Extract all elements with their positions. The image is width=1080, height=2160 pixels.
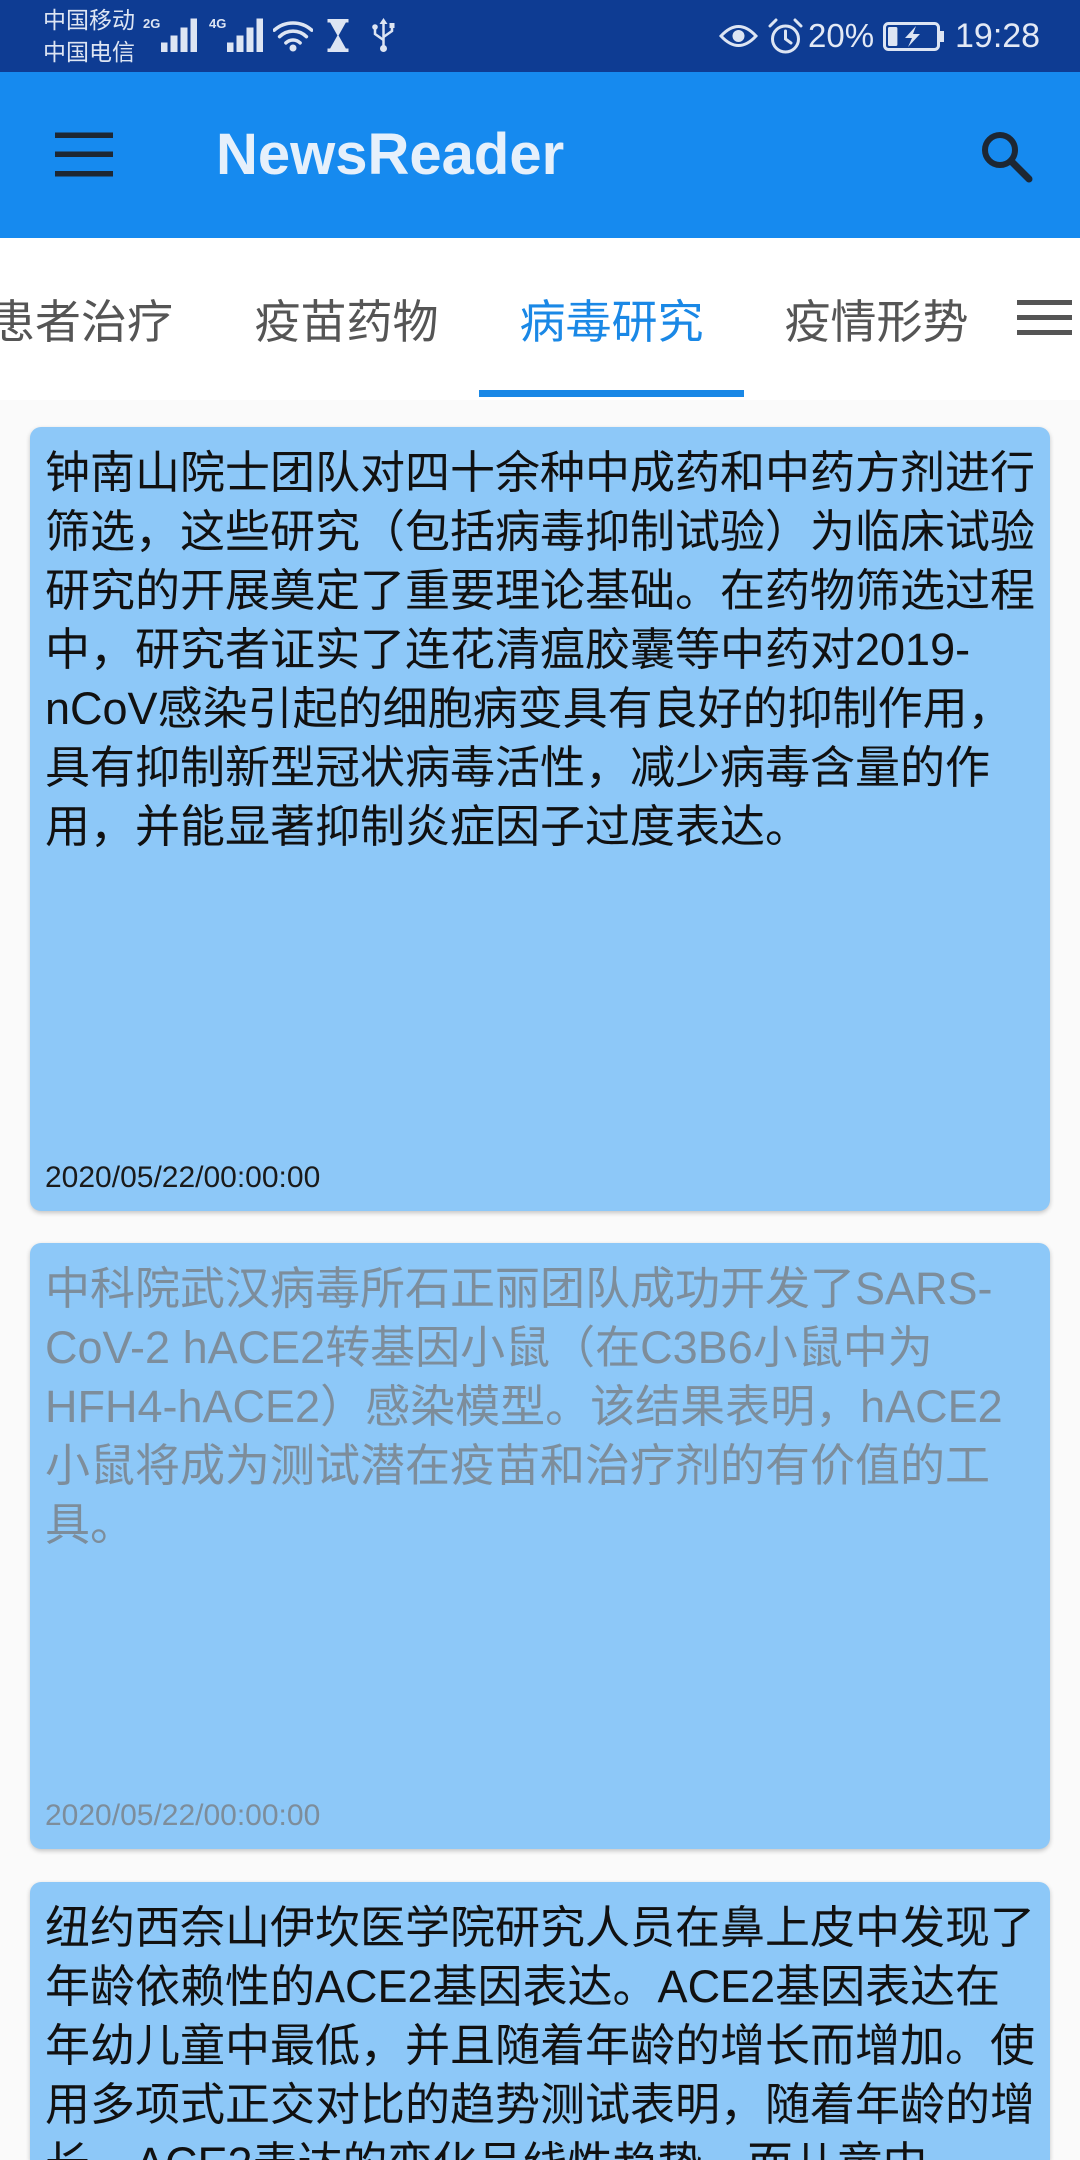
tab-vaccine-drugs[interactable]: 疫苗药物	[214, 238, 479, 400]
tab-patient-treatment[interactable]: 患者治疗	[0, 238, 214, 400]
network-type-label: 4G	[209, 16, 227, 31]
menu-icon	[1017, 300, 1072, 335]
tab-menu-button[interactable]	[1017, 300, 1072, 335]
carrier-name: 中国电信	[43, 39, 135, 65]
alarm-icon	[768, 18, 803, 54]
clock-time: 19:28	[955, 17, 1041, 55]
signal-icon	[227, 18, 263, 52]
hourglass-icon	[327, 19, 349, 52]
tab-epidemic-situation[interactable]: 疫情形势	[744, 238, 1009, 400]
menu-icon	[55, 132, 113, 177]
tab-label: 病毒研究	[519, 296, 704, 348]
news-card[interactable]: 钟南山院士团队对四十余种中成药和中药方剂进行筛选，这些研究（包括病毒抑制试验）为…	[30, 427, 1050, 1211]
wifi-icon	[273, 21, 313, 52]
battery-fill	[888, 27, 898, 46]
carrier-name: 中国移动	[43, 7, 135, 33]
news-list: 钟南山院士团队对四十余种中成药和中药方剂进行筛选，这些研究（包括病毒抑制试验）为…	[0, 400, 1080, 2160]
tab-indicator	[479, 390, 744, 397]
network-type-label: 2G	[143, 16, 161, 31]
news-date: 2020/05/22/00:00:00	[45, 1161, 321, 1194]
news-card[interactable]: 纽约西奈山伊坎医学院研究人员在鼻上皮中发现了年龄依赖性的ACE2基因表达。ACE…	[30, 1882, 1050, 2160]
battery-percent: 20%	[808, 17, 875, 54]
usb-icon	[372, 18, 395, 52]
news-date: 2020/05/22/00:00:00	[45, 1799, 321, 1832]
eye-icon	[719, 25, 758, 47]
tab-virus-research[interactable]: 病毒研究	[479, 238, 744, 400]
tab-label: 患者治疗	[0, 296, 173, 348]
news-content: 钟南山院士团队对四十余种中成药和中药方剂进行筛选，这些研究（包括病毒抑制试验）为…	[45, 447, 1036, 852]
news-content: 纽约西奈山伊坎医学院研究人员在鼻上皮中发现了年龄依赖性的ACE2基因表达。ACE…	[45, 1902, 1036, 2160]
search-icon	[982, 132, 1033, 183]
news-content: 中科院武汉病毒所石正丽团队成功开发了SARS-CoV-2 hACE2转基因小鼠（…	[45, 1263, 1003, 1550]
news-card[interactable]: 中科院武汉病毒所石正丽团队成功开发了SARS-CoV-2 hACE2转基因小鼠（…	[30, 1243, 1050, 1849]
battery-charging-icon	[883, 22, 944, 51]
tab-label: 疫苗药物	[254, 296, 439, 348]
tab-label: 疫情形势	[784, 296, 969, 348]
status-bar: 中国移动 中国电信 2G 4G 20% 19:28	[0, 0, 1080, 72]
search-button[interactable]	[979, 129, 1033, 183]
app-title: NewsReader	[216, 122, 565, 187]
signal-icon	[161, 18, 197, 52]
app-bar: NewsReader	[0, 72, 1080, 238]
tab-bar: 患者治疗 疫苗药物 病毒研究 疫情形势	[0, 238, 1080, 400]
menu-button[interactable]	[55, 132, 113, 177]
